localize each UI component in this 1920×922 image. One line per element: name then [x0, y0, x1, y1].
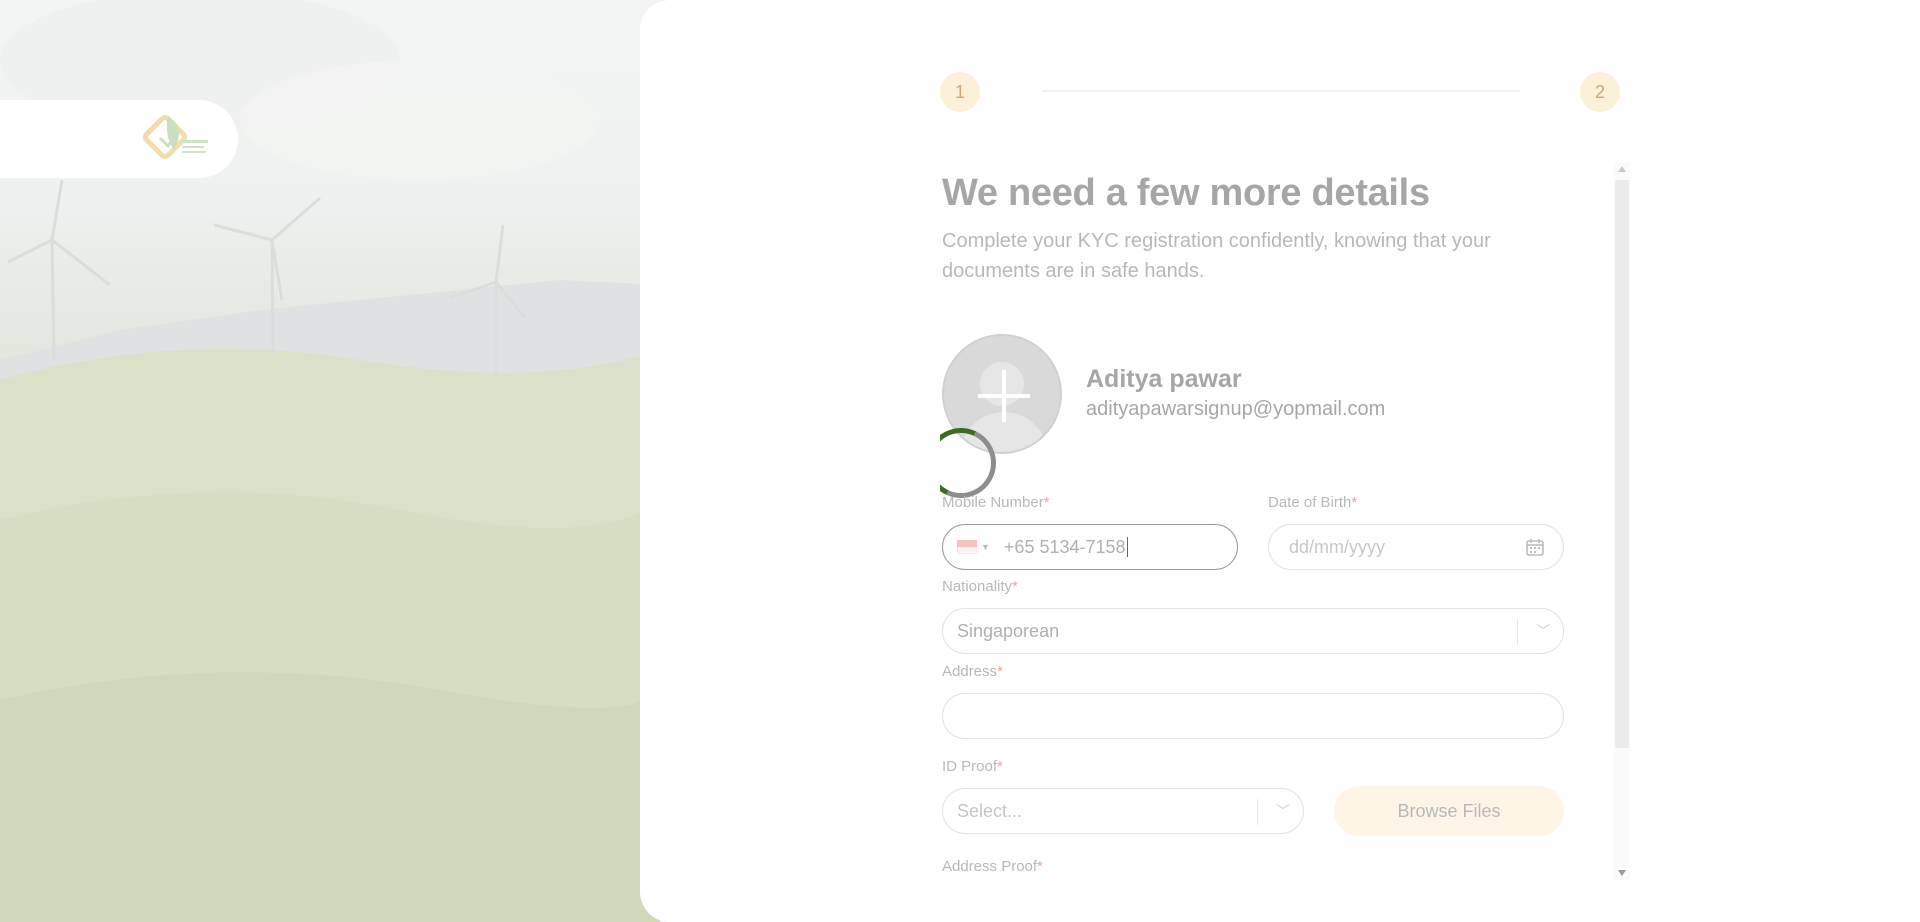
- dob-placeholder: dd/mm/yyyy: [1289, 536, 1386, 557]
- address-label: Address*: [942, 663, 1003, 680]
- page-title: We need a few more details: [942, 172, 1430, 214]
- id-proof-placeholder: Select...: [957, 800, 1023, 821]
- required-mark: *: [1043, 494, 1050, 511]
- user-email: adityapawarsignup@yopmail.com: [1086, 398, 1386, 420]
- nationality-label: Nationality*: [942, 578, 1018, 595]
- required-mark: *: [1351, 494, 1358, 511]
- calendar-icon[interactable]: [1525, 537, 1545, 557]
- brand-logo-container: [0, 100, 238, 178]
- address-label-text: Address: [942, 663, 998, 680]
- country-dropdown-caret-icon[interactable]: ▼: [981, 542, 990, 552]
- dob-label: Date of Birth*: [1268, 494, 1357, 511]
- page-subtitle: Complete your KYC registration confident…: [942, 230, 1491, 282]
- step-1-indicator[interactable]: 1: [940, 72, 980, 112]
- address-proof-label-text: Address Proof: [942, 858, 1038, 875]
- nationality-value: Singaporean: [957, 620, 1060, 641]
- stepper-connector: [1042, 90, 1520, 92]
- select-divider: [1517, 619, 1518, 645]
- form-scroll-area[interactable]: We need a few more details Complete your…: [940, 162, 1630, 882]
- id-proof-label: ID Proof*: [942, 758, 1003, 775]
- mobile-number-value: +65 5134-7158: [1003, 536, 1126, 557]
- user-name: Aditya pawar: [1086, 365, 1242, 393]
- plus-icon-vertical: [1002, 370, 1006, 422]
- mobile-number-label-text: Mobile Number: [942, 494, 1044, 511]
- address-proof-label: Address Proof*: [942, 858, 1043, 875]
- id-proof-label-text: ID Proof: [942, 758, 998, 775]
- dob-label-text: Date of Birth: [1268, 494, 1352, 511]
- id-proof-select[interactable]: Select... ﹀: [942, 788, 1304, 834]
- chevron-down-icon[interactable]: ﹀: [1533, 621, 1553, 641]
- required-mark: *: [997, 758, 1003, 775]
- form-scrollbar[interactable]: [1614, 162, 1630, 880]
- scroll-down-arrow-icon[interactable]: [1618, 870, 1626, 876]
- step-2-indicator[interactable]: 2: [1580, 72, 1620, 112]
- required-mark: *: [1012, 578, 1018, 595]
- singapore-flag-icon[interactable]: [957, 540, 977, 554]
- scrollbar-thumb[interactable]: [1615, 180, 1629, 748]
- mobile-number-label: Mobile Number*: [942, 494, 1050, 511]
- nationality-label-text: Nationality: [942, 578, 1013, 595]
- text-cursor: [1126, 537, 1128, 557]
- mobile-number-input[interactable]: ▼ +65 5134-7158: [942, 524, 1238, 570]
- browse-files-button[interactable]: Browse Files: [1334, 786, 1564, 836]
- required-mark: *: [997, 663, 1003, 680]
- chevron-down-icon[interactable]: ﹀: [1273, 801, 1293, 821]
- address-input[interactable]: [942, 693, 1564, 739]
- hero-landscape-image: [0, 0, 660, 922]
- stepper: 1 2: [940, 72, 1620, 112]
- nationality-select[interactable]: Singaporean ﹀: [942, 608, 1564, 654]
- scroll-up-arrow-icon[interactable]: [1618, 166, 1626, 172]
- dob-input[interactable]: dd/mm/yyyy: [1268, 524, 1564, 570]
- required-mark: *: [1037, 858, 1043, 875]
- brand-logo-icon: [142, 114, 208, 160]
- select-divider: [1257, 799, 1258, 825]
